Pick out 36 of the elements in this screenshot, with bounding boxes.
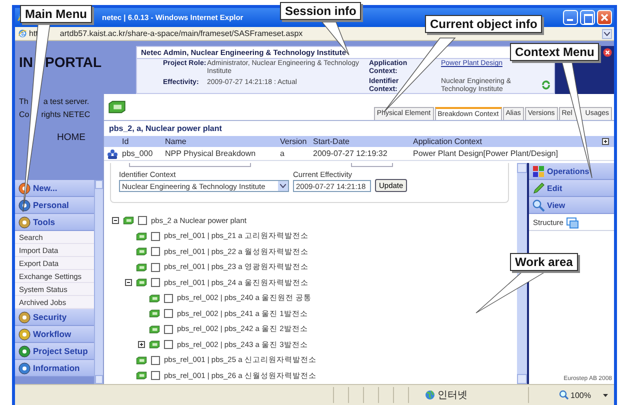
menu-section-button[interactable]: Operations xyxy=(529,163,614,180)
menu-section-button[interactable]: Security xyxy=(15,309,94,326)
notice-text: a test server. xyxy=(43,97,90,106)
table-cell-text: Power Plant Design[Power Plant/Design] xyxy=(413,149,559,158)
zone-text: 인터넷 xyxy=(438,389,468,402)
table-cell-text: NPP Physical Breakdown xyxy=(165,149,257,158)
notice-text: rights NETEC xyxy=(41,110,90,119)
menu-section-button[interactable]: Information xyxy=(15,360,94,377)
notice-text: Co xyxy=(19,110,30,119)
logo-text: IN xyxy=(19,54,33,70)
menu-section-button[interactable]: New... xyxy=(15,180,94,197)
column-header: Start-Date xyxy=(313,137,350,146)
menu-section-button[interactable]: Personal xyxy=(15,197,94,214)
logo-text: PORTAL xyxy=(45,54,102,70)
callout-label: Session info xyxy=(280,2,362,20)
menu-section-button[interactable]: Project Setup xyxy=(15,343,94,360)
column-header: Version xyxy=(280,137,308,146)
callout-label: Main Menu xyxy=(20,5,92,23)
column-header: Application Context xyxy=(413,137,483,146)
menu-section-button[interactable]: Tools xyxy=(15,214,94,231)
home-link[interactable]: HOME xyxy=(57,132,86,143)
callout-label: Context Menu xyxy=(510,43,600,61)
zoom-text[interactable]: 100% xyxy=(570,390,591,400)
callout-label: Work area xyxy=(510,253,578,271)
table-cell-text: 2009-07-27 12:19:32 xyxy=(313,149,388,158)
menu-section-button[interactable]: View xyxy=(529,197,614,214)
callout-label: Current object info xyxy=(425,15,542,33)
menu-section-button[interactable]: Workflow xyxy=(15,326,94,343)
object-title: pbs_2, a, Nuclear power plant xyxy=(108,123,223,135)
menu-section-button[interactable]: Edit xyxy=(529,180,614,197)
notice-text: Th xyxy=(19,97,28,106)
address-text: artdb57.kaist.ac.kr/share-a-space/main/frameset/SASFrameset.aspx xyxy=(60,29,303,38)
column-header: Id xyxy=(122,137,130,146)
table-cell-text: a xyxy=(280,149,286,158)
table-cell-text: pbs_000 xyxy=(122,149,154,158)
column-header: Name xyxy=(165,137,188,146)
